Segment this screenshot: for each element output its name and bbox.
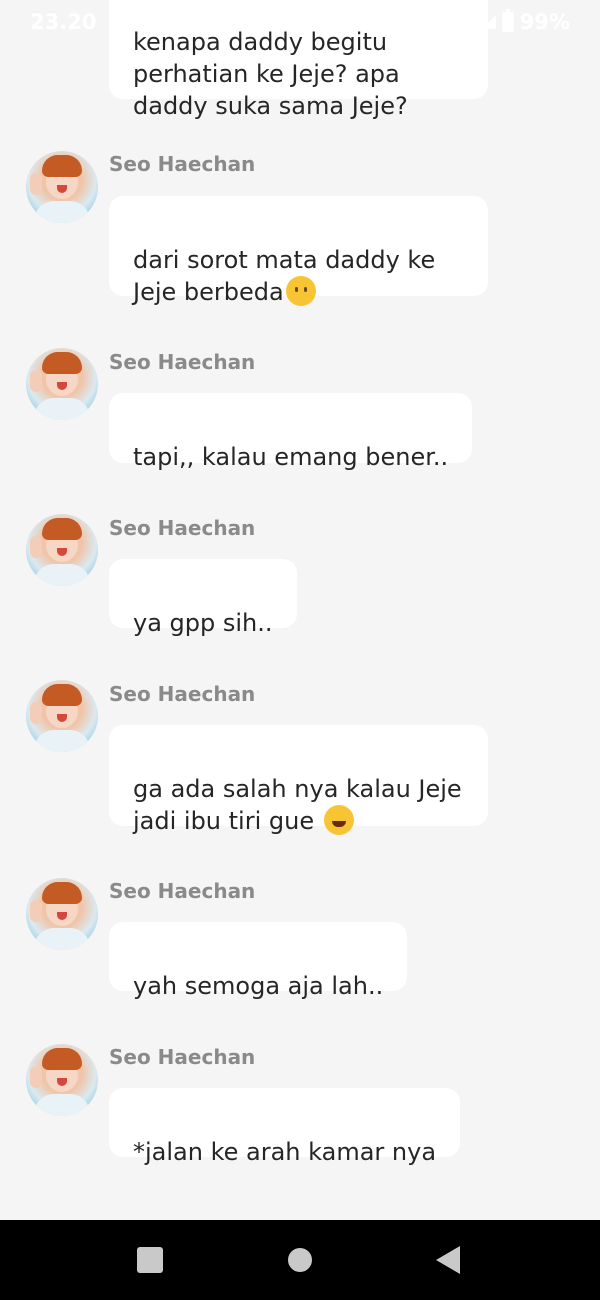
message-text: tapi,, kalau emang bener.. xyxy=(133,443,449,471)
message-bubble[interactable]: ya gpp sih.. xyxy=(109,559,297,637)
status-time: 23.20 xyxy=(30,10,97,34)
sender-name: Seo Haechan xyxy=(109,1045,256,1069)
message-bubble[interactable]: yah semoga aja lah.. xyxy=(109,922,408,1000)
chat-thread[interactable]: kenapa daddy begitu perhatian ke Jeje? a… xyxy=(0,0,600,1220)
neutral-face-icon xyxy=(285,276,316,306)
sender-name: Seo Haechan xyxy=(109,350,256,374)
message-text: dari sorot mata daddy ke Jeje berbeda xyxy=(133,246,436,306)
sender-name: Seo Haechan xyxy=(109,879,256,903)
message-bubble[interactable]: dari sorot mata daddy ke Jeje berbeda xyxy=(109,196,488,306)
avatar[interactable] xyxy=(26,878,98,950)
avatar[interactable] xyxy=(26,1044,98,1116)
signal-icon xyxy=(481,15,496,29)
back-icon[interactable] xyxy=(436,1246,460,1274)
status-bar: 23.20 99% xyxy=(0,0,600,44)
avatar[interactable] xyxy=(26,514,98,586)
home-icon[interactable] xyxy=(288,1248,312,1272)
sender-name: Seo Haechan xyxy=(109,516,256,540)
battery-level: 99% xyxy=(519,10,570,34)
message-text: ya gpp sih.. xyxy=(133,609,273,637)
avatar[interactable] xyxy=(26,680,98,752)
sender-name: Seo Haechan xyxy=(109,152,256,176)
sender-name: Seo Haechan xyxy=(109,682,256,706)
recent-apps-icon[interactable] xyxy=(137,1247,163,1273)
message-bubble[interactable]: *jalan ke arah kamar nya xyxy=(109,1088,461,1166)
avatar[interactable] xyxy=(26,151,98,223)
battery-icon xyxy=(501,9,514,32)
message-text: *jalan ke arah kamar nya xyxy=(133,1138,437,1166)
message-bubble[interactable]: tapi,, kalau emang bener.. xyxy=(109,393,473,471)
avatar[interactable] xyxy=(26,348,98,420)
message-text: ga ada salah nya kalau Jeje jadi ibu tir… xyxy=(133,775,462,835)
message-text: yah semoga aja lah.. xyxy=(133,972,384,1000)
status-indicators: 99% xyxy=(481,9,570,34)
navigation-bar xyxy=(0,1220,600,1300)
laughing-face-icon xyxy=(323,805,354,835)
message-bubble[interactable]: ga ada salah nya kalau Jeje jadi ibu tir… xyxy=(109,725,488,835)
